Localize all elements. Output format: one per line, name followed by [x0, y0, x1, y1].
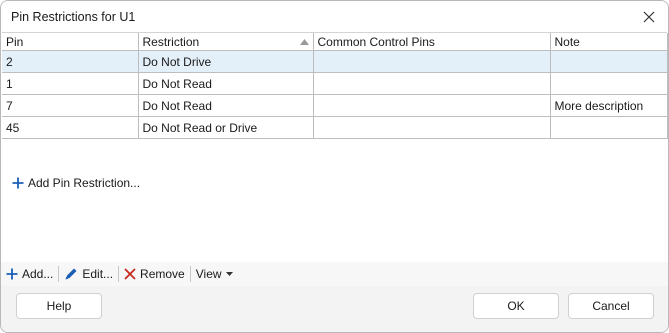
cell-restriction[interactable]: Do Not Drive [137, 50, 314, 73]
column-header-label: Note [554, 34, 580, 49]
pencil-icon [65, 268, 77, 280]
edit-button-label: Edit... [82, 267, 114, 281]
cell-restriction[interactable]: Do Not Read or Drive [137, 116, 314, 139]
column-header-label: Pin [6, 34, 24, 49]
column-header-restriction[interactable]: Restriction [137, 33, 314, 51]
remove-x-icon [124, 268, 136, 280]
close-icon [643, 11, 655, 23]
pin-restrictions-table: Pin Restriction Common Control Pins Note… [2, 32, 668, 263]
pin-restrictions-dialog: Pin Restrictions for U1 Pin Restriction … [0, 0, 669, 333]
cell-common-control-pins[interactable] [312, 116, 551, 139]
cell-pin[interactable]: 45 [2, 116, 139, 139]
remove-button[interactable]: Remove [119, 263, 190, 285]
caret-down-icon [225, 272, 233, 276]
cell-common-control-pins[interactable] [312, 94, 551, 117]
close-button[interactable] [636, 4, 662, 30]
column-header-common-control-pins[interactable]: Common Control Pins [312, 33, 551, 51]
cell-pin[interactable]: 2 [2, 50, 139, 73]
cell-restriction[interactable]: Do Not Read [137, 72, 314, 95]
column-header-pin[interactable]: Pin [2, 33, 139, 51]
ok-button-label: OK [507, 299, 525, 313]
add-pin-restriction-label: Add Pin Restriction... [28, 176, 141, 190]
cancel-button[interactable]: Cancel [568, 293, 654, 319]
add-button-label: Add... [22, 267, 54, 281]
column-header-note[interactable]: Note [549, 33, 668, 51]
cell-note[interactable] [549, 116, 668, 139]
table-row[interactable]: 45 Do Not Read or Drive [2, 116, 668, 139]
dialog-footer: Help OK Cancel [1, 286, 668, 332]
add-button[interactable]: Add... [1, 263, 58, 285]
remove-button-label: Remove [140, 267, 185, 281]
sort-ascending-icon [299, 38, 309, 45]
cell-note[interactable] [549, 50, 668, 73]
cell-note[interactable] [549, 72, 668, 95]
dialog-title: Pin Restrictions for U1 [11, 10, 136, 24]
title-bar: Pin Restrictions for U1 [1, 1, 668, 34]
table-header-row: Pin Restriction Common Control Pins Note [2, 33, 668, 51]
plus-icon [6, 268, 18, 280]
cancel-button-label: Cancel [592, 299, 630, 313]
view-menu-button[interactable]: View [191, 263, 238, 285]
add-pin-restriction-link[interactable]: Add Pin Restriction... [12, 175, 140, 191]
cell-common-control-pins[interactable] [312, 50, 551, 73]
edit-button[interactable]: Edit... [59, 263, 118, 285]
table-row[interactable]: 1 Do Not Read [2, 72, 668, 95]
help-button[interactable]: Help [16, 293, 102, 319]
cell-pin[interactable]: 1 [2, 72, 139, 95]
cell-note[interactable]: More description [549, 94, 668, 117]
help-button-label: Help [46, 299, 72, 313]
view-button-label: View [195, 267, 222, 281]
cell-pin[interactable]: 7 [2, 94, 139, 117]
plus-icon [12, 177, 24, 189]
column-header-label: Restriction [142, 34, 200, 49]
cell-restriction[interactable]: Do Not Read [137, 94, 314, 117]
table-row[interactable]: 2 Do Not Drive [2, 50, 668, 73]
toolbar: Add... Edit... Remove View [1, 262, 668, 286]
column-header-label: Common Control Pins [317, 34, 435, 49]
table-row[interactable]: 7 Do Not Read More description [2, 94, 668, 117]
cell-common-control-pins[interactable] [312, 72, 551, 95]
ok-button[interactable]: OK [473, 293, 559, 319]
